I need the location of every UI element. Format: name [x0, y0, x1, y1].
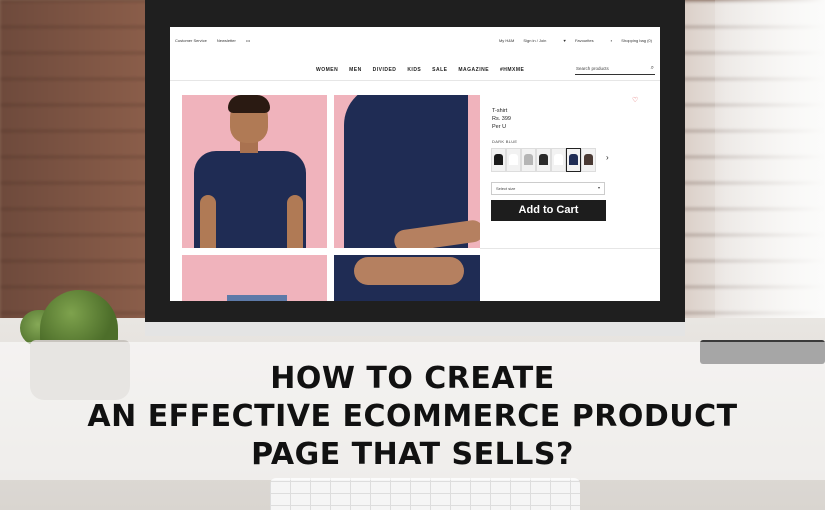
product-info: T-shirt Rs. 399 Per U — [492, 107, 511, 131]
color-label: DARK BLUE — [492, 139, 518, 144]
nav-women[interactable]: WOMEN — [316, 67, 338, 73]
tshirt-icon — [524, 154, 533, 165]
tshirt-icon — [494, 154, 503, 165]
arm-right — [287, 195, 303, 248]
my-account-link[interactable]: My H&M — [499, 38, 514, 43]
product-price: Rs. 399 — [492, 116, 511, 122]
size-placeholder: Select size — [496, 186, 516, 191]
site-topbar: Customer Service Newsletter ••• My H&M S… — [170, 27, 660, 55]
color-swatch[interactable] — [506, 148, 521, 172]
main-nav: WOMEN MEN DIVIDED KIDS SALE MAGAZINE #HM… — [170, 65, 660, 77]
add-to-cart-button[interactable]: Add to Cart — [491, 200, 606, 221]
tshirt-icon — [569, 154, 578, 165]
size-select[interactable]: Select size ▾ — [491, 182, 605, 195]
favourites-link[interactable]: ♥ Favourites — [555, 38, 593, 43]
tshirt-icon — [584, 154, 593, 165]
nav-men[interactable]: MEN — [349, 67, 362, 73]
monitor-screen: Customer Service Newsletter ••• My H&M S… — [170, 27, 660, 301]
product-image-model[interactable] — [182, 95, 327, 248]
search-icon[interactable]: ⌕ — [651, 65, 654, 72]
arm-left — [200, 195, 216, 248]
bag-icon: ▪ — [610, 38, 613, 43]
search-input[interactable]: Search products ⌕ — [575, 65, 655, 75]
product-image-thumb-4[interactable] — [334, 255, 480, 301]
color-swatch[interactable] — [551, 148, 566, 172]
color-swatch[interactable] — [491, 148, 506, 172]
sign-in-link[interactable]: Sign in / Join — [523, 38, 546, 43]
shopping-bag-link[interactable]: ▪ Shopping bag (0) — [603, 38, 652, 43]
color-swatch[interactable] — [536, 148, 551, 172]
color-swatch[interactable] — [566, 148, 581, 172]
color-swatch[interactable] — [581, 148, 596, 172]
forearm-closeup — [354, 257, 464, 285]
tshirt-icon — [509, 154, 518, 165]
tshirt-icon — [539, 154, 548, 165]
monitor-chin — [145, 322, 685, 336]
headline: HOW TO CREATE AN EFFECTIVE ECOMMERCE PRO… — [0, 360, 825, 474]
nav-kids[interactable]: KIDS — [407, 67, 421, 73]
favourite-heart-icon[interactable]: ♡ — [632, 96, 638, 104]
info-divider — [480, 248, 660, 249]
tshirt-icon — [554, 154, 563, 165]
customer-service-link[interactable]: Customer Service — [175, 38, 207, 43]
product-image-closeup[interactable] — [334, 95, 480, 248]
product-unit: Per U — [492, 124, 507, 130]
jeans-shape — [227, 295, 287, 301]
header-divider — [170, 80, 660, 81]
nav-divided[interactable]: DIVIDED — [373, 67, 397, 73]
nav-hmxme[interactable]: #HMXME — [500, 67, 524, 73]
more-menu-icon[interactable]: ••• — [246, 38, 250, 43]
headline-line-2: AN EFFECTIVE ECOMMERCE PRODUCT — [87, 399, 738, 434]
keyboard — [270, 478, 580, 510]
search-placeholder: Search products — [576, 66, 609, 71]
newsletter-link[interactable]: Newsletter — [217, 38, 236, 43]
color-swatch[interactable] — [521, 148, 536, 172]
product-name: T-shirt — [492, 108, 508, 114]
headline-line-3: PAGE THAT SELLS? — [251, 437, 574, 472]
shopping-bag-label: Shopping bag (0) — [621, 38, 652, 43]
product-image-thumb-3[interactable] — [182, 255, 327, 301]
heart-icon: ♥ — [563, 38, 566, 43]
model-hair — [228, 95, 270, 113]
window-light — [715, 0, 825, 330]
headline-line-1: HOW TO CREATE — [270, 361, 555, 396]
nav-sale[interactable]: SALE — [432, 67, 447, 73]
photo-scene: Customer Service Newsletter ••• My H&M S… — [0, 0, 825, 510]
chevron-down-icon: ▾ — [597, 185, 600, 190]
nav-magazine[interactable]: MAGAZINE — [458, 67, 489, 73]
chevron-right-icon[interactable]: › — [606, 153, 609, 162]
favourites-label: Favourites — [574, 38, 594, 43]
